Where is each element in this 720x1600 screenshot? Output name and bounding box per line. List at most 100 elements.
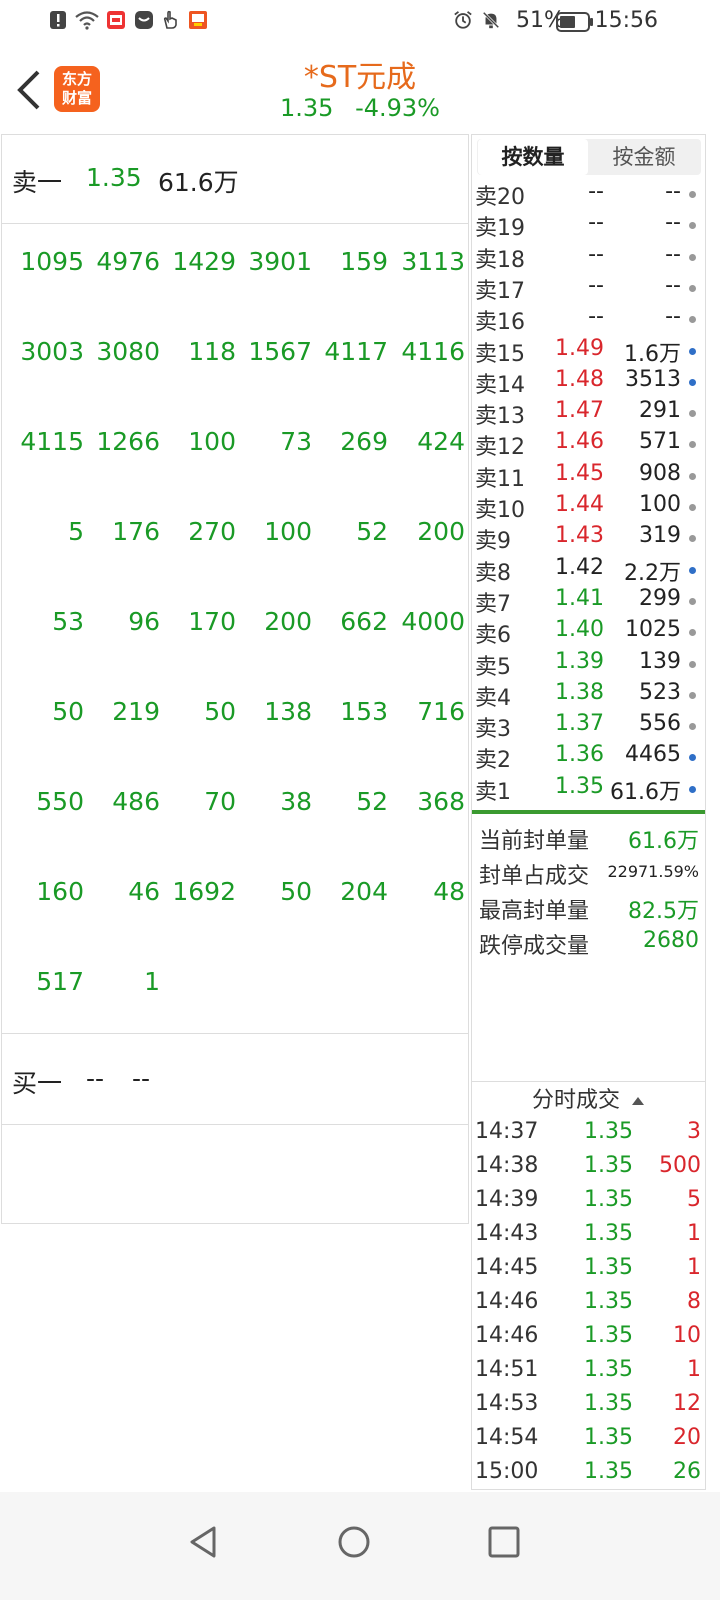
order-volume: 424: [417, 427, 465, 456]
order-queue-row: 1095 4976 1429 3901 159 3113: [2, 247, 468, 287]
sell-level-row[interactable]: 卖4 1.38 523: [472, 680, 705, 711]
stat-value: 61.6万: [628, 829, 699, 854]
level-dot-icon: [689, 347, 696, 355]
level-volume: 61.6万: [610, 779, 681, 805]
level-label: 卖12: [475, 435, 525, 461]
level-dot-icon: [689, 566, 696, 574]
sell1-row[interactable]: 卖一 1.35 61.6万: [2, 135, 468, 224]
sell-level-row[interactable]: 卖3 1.37 556: [472, 711, 705, 742]
stock-price: 1.35: [280, 94, 334, 122]
order-volume: 38: [280, 787, 312, 816]
tick-time: 14:54: [475, 1425, 539, 1450]
order-volume: 46: [128, 877, 160, 906]
sell-level-row[interactable]: 卖5 1.39 139: [472, 649, 705, 680]
stock-change: -4.93%: [355, 94, 440, 122]
level-label: 卖4: [475, 685, 511, 711]
sell-level-row[interactable]: 卖6 1.40 1025: [472, 617, 705, 648]
level-volume: 299: [639, 585, 681, 611]
clock: 15:56: [594, 8, 658, 33]
stat-row: 最高封单量 82.5万: [472, 893, 705, 928]
sell-level-row[interactable]: 卖7 1.41 299: [472, 586, 705, 617]
sell-level-row[interactable]: 卖18 -- --: [472, 242, 705, 273]
tick-price: 1.35: [584, 1255, 633, 1280]
order-volume: 100: [264, 517, 312, 546]
sell-level-row[interactable]: 卖15 1.49 1.6万: [472, 336, 705, 367]
tick-time: 14:51: [475, 1357, 539, 1382]
level-price: --: [588, 304, 604, 330]
order-volume: 52: [356, 517, 388, 546]
tick-row: 14:45 1.35 1: [472, 1255, 705, 1289]
level-dot-icon: [689, 378, 696, 386]
level-price: --: [588, 241, 604, 267]
recents-nav-icon[interactable]: [484, 1522, 524, 1562]
sell-level-row[interactable]: 卖14 1.48 3513: [472, 367, 705, 398]
sell-level-row[interactable]: 卖9 1.43 319: [472, 523, 705, 554]
tick-row: 14:38 1.35 500: [472, 1153, 705, 1187]
level-price: 1.38: [555, 679, 604, 705]
tick-volume: 1: [687, 1221, 701, 1246]
level-price: --: [588, 210, 604, 236]
level-volume: 139: [639, 648, 681, 674]
order-volume: 153: [340, 697, 388, 726]
tick-price: 1.35: [584, 1425, 633, 1450]
level-price: 1.48: [555, 366, 604, 392]
tick-volume: 1: [687, 1255, 701, 1280]
sell-level-row[interactable]: 卖20 -- --: [472, 179, 705, 210]
order-volume: 73: [280, 427, 312, 456]
ticks-header[interactable]: 分时成交: [472, 1081, 705, 1120]
tick-row: 14:53 1.35 12: [472, 1391, 705, 1425]
level-label: 卖17: [475, 278, 525, 304]
sell-level-row[interactable]: 卖2 1.36 4465: [472, 742, 705, 773]
sell-level-row[interactable]: 卖8 1.42 2.2万: [472, 555, 705, 586]
sell-level-row[interactable]: 卖16 -- --: [472, 304, 705, 335]
order-volume: 4116: [401, 337, 465, 366]
order-volume: 269: [340, 427, 388, 456]
level-label: 卖19: [475, 216, 525, 242]
sell-level-row[interactable]: 卖11 1.45 908: [472, 461, 705, 492]
level-dot-icon: [689, 284, 696, 292]
level-volume: --: [665, 304, 681, 330]
order-volume: 138: [264, 697, 312, 726]
order-queue-row: 53 96 170 200 662 4000: [2, 607, 468, 647]
tick-time: 14:46: [475, 1289, 539, 1314]
stat-label: 跌停成交量: [479, 934, 590, 959]
back-nav-icon[interactable]: [184, 1522, 224, 1562]
order-volume: 270: [188, 517, 236, 546]
tick-price: 1.35: [584, 1357, 633, 1382]
stat-row: 当前封单量 61.6万: [472, 823, 705, 858]
order-volume: 3113: [401, 247, 465, 276]
level-dot-icon: [689, 535, 696, 543]
level-price: --: [588, 179, 604, 204]
sell-level-row[interactable]: 卖1 1.35 61.6万: [472, 774, 705, 805]
sell-level-row[interactable]: 卖17 -- --: [472, 273, 705, 304]
stat-value: 2680: [643, 928, 699, 953]
tick-row: 15:00 1.35 26: [472, 1459, 705, 1493]
tab-by-count[interactable]: 按数量: [478, 139, 588, 175]
sell-level-row[interactable]: 卖13 1.47 291: [472, 398, 705, 429]
alert-icon: [50, 11, 66, 29]
level-price: 1.45: [555, 460, 604, 486]
level-volume: --: [665, 272, 681, 298]
sell-level-row[interactable]: 卖10 1.44 100: [472, 492, 705, 523]
order-volume: 176: [112, 517, 160, 546]
sell-level-row[interactable]: 卖19 -- --: [472, 210, 705, 241]
tab-by-amount[interactable]: 按金额: [589, 139, 699, 175]
level-volume: 291: [639, 398, 681, 424]
order-volume: 1: [144, 967, 160, 996]
buy1-row[interactable]: 买一 -- --: [2, 1033, 468, 1125]
header: 东方 财富 *ST元成 1.35 -4.93%: [0, 44, 720, 132]
tick-price: 1.35: [584, 1221, 633, 1246]
app-badge-icon: [107, 11, 125, 29]
level-label: 卖18: [475, 247, 525, 273]
order-volume: 517: [36, 967, 84, 996]
level-price: 1.35: [555, 773, 604, 799]
level-dot-icon: [689, 785, 696, 793]
order-volume: 1692: [172, 877, 236, 906]
level-label: 卖5: [475, 654, 511, 680]
level-price: 1.39: [555, 648, 604, 674]
home-nav-icon[interactable]: [334, 1522, 374, 1562]
order-queue-row: 3003 3080 118 1567 4117 4116: [2, 337, 468, 377]
level-dot-icon: [689, 410, 696, 418]
level-price: 1.41: [555, 585, 604, 611]
sell-level-row[interactable]: 卖12 1.46 571: [472, 429, 705, 460]
